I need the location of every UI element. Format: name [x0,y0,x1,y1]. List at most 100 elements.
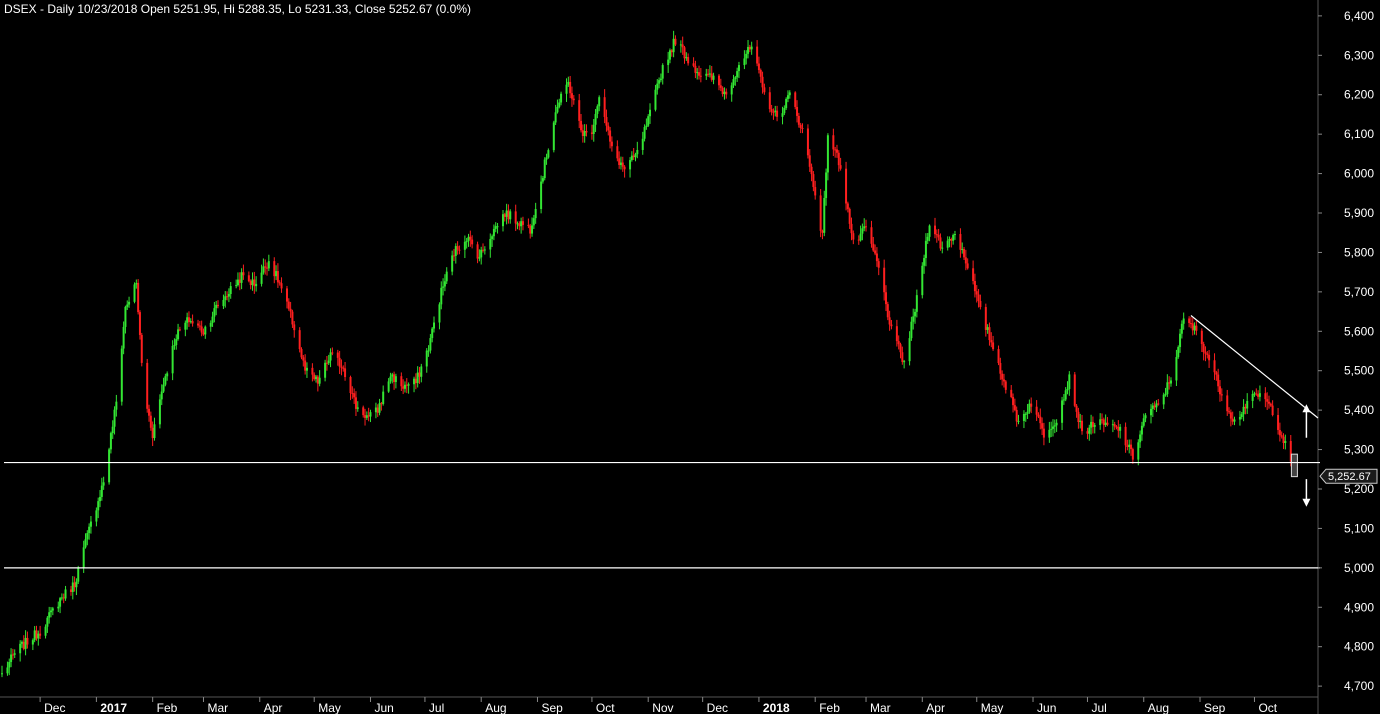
candle-body [1180,323,1183,334]
candle-body [88,526,91,534]
y-tick-label: 5,600 [1344,324,1374,338]
candle-body [928,225,931,237]
candle-body [964,257,967,264]
candle-body [583,131,586,137]
candle-body [1099,419,1102,426]
candle-body [1182,318,1185,324]
candle-body [959,234,962,250]
candle-body [213,308,216,317]
candle-body [785,98,788,109]
resistance-trendline [1190,315,1319,419]
candle-body [235,285,238,287]
candle-body [438,304,441,323]
candle-body [852,233,855,240]
candle-body [565,84,568,94]
candle-body [276,271,279,283]
candle-body [903,361,906,363]
candle-body [1244,406,1247,409]
x-tick-label: 2017 [100,701,127,714]
candle-body [621,162,624,167]
candle-body [1026,411,1029,414]
candle-body [354,397,357,409]
candle-body [759,70,762,77]
candle-body [745,53,748,59]
candle-body [1013,405,1016,410]
candle-body [870,227,873,244]
candle-body [1062,399,1065,401]
candle-body [445,271,448,282]
candle-body [191,321,194,324]
candle-body [463,241,466,250]
candle-body [95,510,98,522]
candle-body [13,653,16,655]
candle-body [184,322,187,330]
candle-body [846,203,849,209]
price-tag-label: 5,252.67 [1328,471,1371,483]
candle-body [643,127,646,139]
candle-body [44,626,47,636]
candle-body [630,155,633,161]
candle-body [541,178,544,182]
x-tick-label: Dec [707,701,728,714]
candle-body [687,57,690,64]
candle-body [596,106,599,114]
candle-body [389,376,392,382]
candle-body [629,160,632,170]
candle-body [287,301,290,309]
candle-body [899,344,902,353]
candle-body [1277,415,1280,430]
candle-body [933,225,936,235]
y-tick-label: 6,200 [1344,88,1374,102]
candle-body [1193,325,1196,331]
candle-body [429,338,432,351]
candle-body [672,38,675,53]
candle-body [405,384,408,386]
candle-body [255,283,258,287]
candle-body [338,357,341,367]
candle-body [305,367,308,371]
candle-body [356,407,359,409]
x-tick-label: May [318,701,341,714]
x-tick-label: Aug [485,701,506,714]
candle-body [376,407,379,413]
candle-body [939,237,942,249]
candle-body [845,168,848,204]
candle-body [20,641,23,644]
candle-body [609,130,612,142]
y-tick-label: 6,300 [1344,48,1374,62]
candle-body [997,349,1000,363]
candle-body [874,250,877,254]
candle-body [1061,400,1064,423]
candle-body [883,267,886,293]
candle-body [610,141,613,147]
candle-body [605,116,608,126]
candle-body [62,597,65,599]
candle-body [35,630,38,639]
candle-body [1066,388,1069,391]
candle-body [721,87,724,95]
candle-body [1012,397,1015,406]
candle-body [26,637,29,645]
breakout-up-arrow-icon [1302,404,1311,413]
candle-body [572,98,575,101]
candle-body [238,279,241,283]
candle-body [710,73,713,80]
candle-body [990,340,993,343]
candle-body [1015,409,1018,422]
candle-body [656,83,659,90]
candle-body [1175,357,1178,381]
candle-body [1075,405,1078,412]
candle-body [1119,426,1122,431]
candle-body [796,106,799,116]
y-tick-label: 4,800 [1344,640,1374,654]
candle-body [492,228,495,237]
candle-body [725,91,728,95]
x-tick-label: May [981,701,1004,714]
candle-body [349,377,352,394]
candle-body [86,533,89,540]
candle-body [11,654,14,656]
candle-body [149,415,152,428]
candle-body [10,654,13,663]
chart-area: DSEX - Daily 10/23/2018 Open 5251.95, Hi… [0,0,1380,714]
candle-body [1077,411,1080,423]
